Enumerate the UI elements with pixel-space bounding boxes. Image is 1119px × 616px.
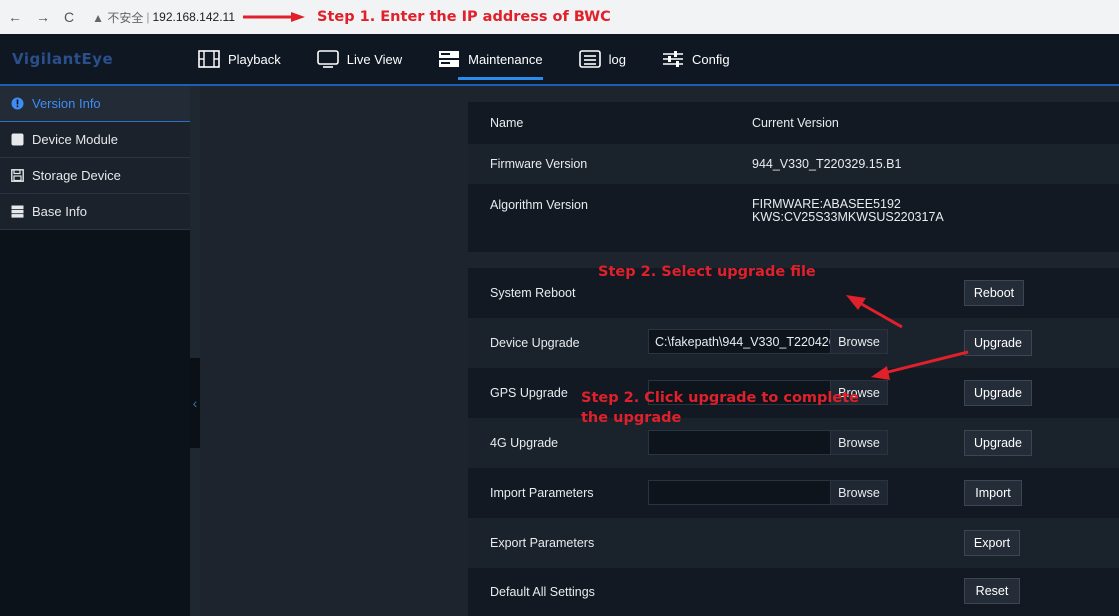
address-separator: | [146,10,150,24]
reload-icon[interactable]: C [64,9,74,25]
top-navigation: VigilantEye Playback Live View Maintenan… [0,34,1119,86]
column-version-header: Current Version [752,115,839,130]
step1-arrow [243,12,305,22]
address-bar[interactable]: ▲ 不安全 | 192.168.142.11 [92,9,235,26]
film-icon [198,50,220,68]
version-table-header: Name Current Version [468,102,1119,144]
import-button[interactable]: Import [964,480,1022,506]
reboot-button[interactable]: Reboot [964,280,1024,306]
sidebar-item-version-info[interactable]: Version Info [0,86,190,122]
server-icon [439,51,460,67]
column-name-header: Name [490,116,524,130]
url-text[interactable]: 192.168.142.11 [152,10,235,24]
sidebar-item-label: Base Info [32,204,87,219]
device-upgrade-label: Device Upgrade [490,336,580,350]
step2-select-file-annotation: Step 2. Select upgrade file [598,264,816,280]
device-upgrade-browse-button[interactable]: Browse [830,330,887,353]
nav-maintenance[interactable]: Maintenance [420,34,560,84]
4g-upgrade-file-input[interactable]: Browse [648,430,888,455]
export-button[interactable]: Export [964,530,1020,556]
forward-icon[interactable]: → [36,9,50,25]
floppy-icon [10,169,24,183]
monitor-icon [316,50,339,68]
version-table: Name Current Version Firmware Version 94… [468,102,1119,252]
nav-log-label: log [608,51,626,67]
default-all-settings-label: Default All Settings [490,585,595,599]
browser-toolbar: ← → C ▲ 不安全 | 192.168.142.11 Step 1. Ent… [0,0,1119,34]
server-icon [10,205,24,219]
4g-upgrade-row: 4G Upgrade Browse Upgrade [468,418,1119,468]
step1-annotation: Step 1. Enter the IP address of BWC [317,9,611,25]
nav-live-view[interactable]: Live View [299,34,420,84]
export-parameters-row: Export Parameters Export [468,518,1119,568]
sidebar-item-label: Storage Device [32,168,121,183]
nav-maintenance-label: Maintenance [468,51,543,67]
sidebar-item-base-info[interactable]: Base Info [0,194,190,230]
device-upgrade-button[interactable]: Upgrade [964,330,1032,356]
sidebar-item-label: Version Info [32,96,101,111]
security-warning[interactable]: ▲ 不安全 [92,9,143,26]
algorithm-version-line2: KWS:CV25S33MKWSUS220317A [752,210,944,224]
4g-upgrade-button[interactable]: Upgrade [964,430,1032,456]
maintenance-panel: System Reboot Reboot Device Upgrade C:\f… [468,268,1119,616]
algorithm-version-label: Algorithm Version [490,198,588,212]
nav-live-view-label: Live View [346,51,403,67]
device-upgrade-file-input[interactable]: C:\fakepath\944_V330_T220426.02.B1_ Brow… [648,329,888,354]
sidebar-item-label: Device Module [32,132,118,147]
algorithm-version-value: FIRMWARE:ABASEE5192 KWS:CV25S33MKWSUS220… [752,198,944,224]
import-parameters-browse-button[interactable]: Browse [830,481,887,504]
square-icon [10,133,24,147]
list-icon [578,50,601,68]
reset-button[interactable]: Reset [964,578,1020,604]
nav-config[interactable]: Config [644,34,748,84]
chevron-left-icon: ‹ [192,395,198,411]
collapse-sidebar-handle[interactable]: ‹ [190,358,200,448]
info-icon [10,97,24,111]
system-reboot-label: System Reboot [490,286,576,300]
gps-upgrade-label: GPS Upgrade [490,386,568,400]
nav-log[interactable]: log [561,34,644,84]
sidebar-gutter [190,86,200,616]
4g-upgrade-browse-button[interactable]: Browse [830,431,887,454]
table-row: Algorithm Version FIRMWARE:ABASEE5192 KW… [468,184,1119,252]
step2-click-upgrade-annotation-line2: the upgrade [581,410,682,426]
default-all-settings-row: Default All Settings Reset [468,568,1119,616]
sliders-icon [662,51,683,67]
gps-upgrade-button[interactable]: Upgrade [964,380,1032,406]
main-content: Name Current Version Firmware Version 94… [200,86,1119,616]
back-icon[interactable]: ← [8,9,22,25]
nav-playback-label: Playback [228,51,281,67]
import-parameters-label: Import Parameters [490,486,594,500]
nav-config-label: Config [691,51,730,67]
sidebar-item-storage-device[interactable]: Storage Device [0,158,190,194]
export-parameters-label: Export Parameters [490,536,595,550]
firmware-version-value: 944_V330_T220329.15.B1 [752,156,902,171]
4g-upgrade-label: 4G Upgrade [490,436,559,450]
step2-click-upgrade-annotation-line1: Step 2. Click upgrade to complete [581,390,859,406]
sidebar: Version Info Device Module Storage Devic… [0,86,190,616]
device-upgrade-row: Device Upgrade C:\fakepath\944_V330_T220… [468,318,1119,368]
sidebar-item-device-module[interactable]: Device Module [0,122,190,158]
firmware-version-label: Firmware Version [490,157,588,171]
app-logo: VigilantEye [12,50,114,68]
nav-playback[interactable]: Playback [180,34,299,84]
import-parameters-file-input[interactable]: Browse [648,480,888,505]
import-parameters-row: Import Parameters Browse Import [468,468,1119,518]
table-row: Firmware Version 944_V330_T220329.15.B1 [468,144,1119,184]
